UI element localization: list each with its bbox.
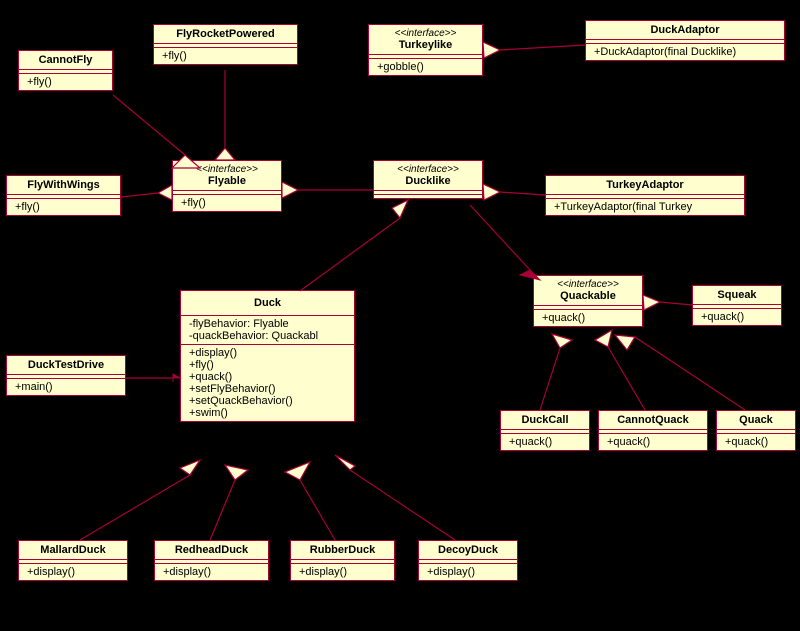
- class-name: CannotFly: [19, 51, 112, 70]
- class-CannotFly: CannotFly +fly(): [18, 50, 113, 91]
- class-name: <<interface>>Quackable: [534, 276, 642, 306]
- stereotype: <<interface>>: [382, 164, 474, 175]
- class-RedheadDuck: RedheadDuck +display(): [154, 540, 269, 581]
- class-MallardDuck: MallardDuck +display(): [18, 540, 128, 581]
- class-DuckTestDrive: DuckTestDrive +main(): [6, 355, 126, 396]
- class-FlyRocketPowered: FlyRocketPowered +fly(): [153, 24, 298, 65]
- class-DuckCall: DuckCall +quack(): [500, 410, 590, 451]
- class-Quackable: <<interface>>Quackable +quack(): [533, 275, 643, 327]
- class-name: CannotQuack: [599, 411, 707, 430]
- stereotype: <<interface>>: [181, 164, 273, 175]
- class-RubberDuck: RubberDuck +display(): [290, 540, 395, 581]
- methods: +quack(): [599, 434, 707, 450]
- class-name: RedheadDuck: [155, 541, 268, 560]
- methods: +DuckAdaptor(final Ducklike): [586, 44, 784, 60]
- class-name: Duck: [181, 291, 354, 316]
- class-FlyWithWings: FlyWithWings +fly(): [6, 175, 121, 216]
- methods: +TurkeyAdaptor(final Turkey: [546, 199, 744, 215]
- stereotype: <<interface>>: [377, 28, 474, 39]
- methods: [374, 195, 482, 198]
- class-name: DuckTestDrive: [7, 356, 125, 375]
- class-name: <<interface>>Ducklike: [374, 161, 482, 191]
- class-Flyable: <<interface>>Flyable +fly(): [172, 160, 282, 212]
- class-Ducklike: <<interface>>Ducklike: [373, 160, 483, 199]
- class-name: TurkeyAdaptor: [546, 176, 744, 195]
- methods: +fly(): [7, 199, 120, 215]
- stereotype: <<interface>>: [542, 279, 634, 290]
- class-name: <<interface>>Turkeylike: [369, 25, 482, 55]
- methods: +fly(): [173, 195, 281, 211]
- methods: +fly(): [154, 48, 297, 64]
- methods: +quack(): [534, 310, 642, 326]
- class-name: RubberDuck: [291, 541, 394, 560]
- class-TurkeyAdaptor: TurkeyAdaptor +TurkeyAdaptor(final Turke…: [545, 175, 745, 216]
- class-name: MallardDuck: [19, 541, 127, 560]
- methods: +display(): [155, 564, 268, 580]
- class-name: Quack: [717, 411, 795, 430]
- class-Duck: Duck -flyBehavior: Flyable -quackBehavio…: [180, 290, 355, 422]
- methods: +display(): [291, 564, 394, 580]
- methods: +display(): [419, 564, 517, 580]
- methods: +quack(): [717, 434, 795, 450]
- methods: +quack(): [693, 309, 781, 325]
- methods: +display(): [19, 564, 127, 580]
- relationships: [0, 0, 800, 631]
- class-Squeak: Squeak +quack(): [692, 285, 782, 326]
- methods: +fly(): [19, 74, 112, 90]
- class-name: FlyWithWings: [7, 176, 120, 195]
- class-DuckAdaptor: DuckAdaptor +DuckAdaptor(final Ducklike): [585, 20, 785, 61]
- methods: +main(): [7, 379, 125, 395]
- methods: +quack(): [501, 434, 589, 450]
- methods: +display() +fly() +quack() +setFlyBehavi…: [181, 345, 354, 421]
- class-name: FlyRocketPowered: [154, 25, 297, 44]
- class-name: Squeak: [693, 286, 781, 305]
- class-CannotQuack: CannotQuack +quack(): [598, 410, 708, 451]
- class-Turkeylike: <<interface>>Turkeylike +gobble(): [368, 24, 483, 76]
- class-name: DuckCall: [501, 411, 589, 430]
- attrs: -flyBehavior: Flyable -quackBehavior: Qu…: [181, 316, 354, 345]
- class-Quack: Quack +quack(): [716, 410, 796, 451]
- class-name: DecoyDuck: [419, 541, 517, 560]
- class-name: DuckAdaptor: [586, 21, 784, 40]
- class-DecoyDuck: DecoyDuck +display(): [418, 540, 518, 581]
- methods: +gobble(): [369, 59, 482, 75]
- class-name: <<interface>>Flyable: [173, 161, 281, 191]
